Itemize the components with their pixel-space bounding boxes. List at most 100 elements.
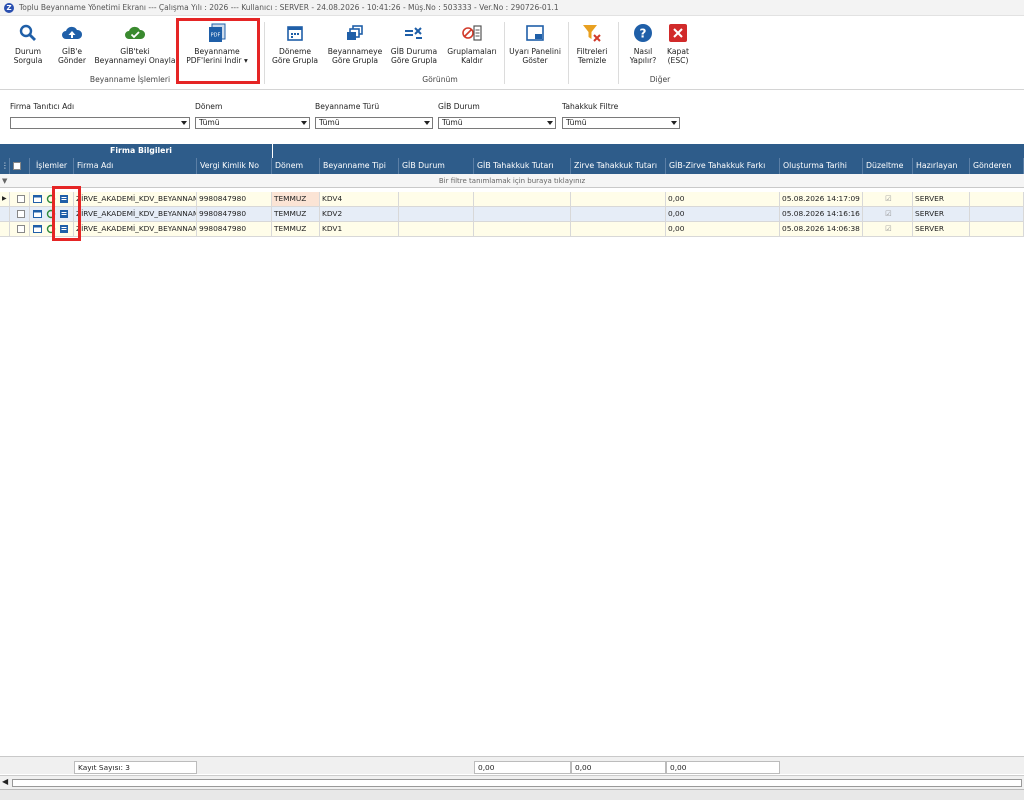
col-hazirlayan[interactable]: Hazırlayan [913,158,970,174]
column-chooser-icon[interactable]: ⋮ [0,158,10,174]
uyari-paneli-goster-button[interactable]: Uyarı Panelini Göster [508,22,562,78]
group-separator [568,22,569,84]
cloud-upload-icon [62,26,83,39]
col-tahakkuk-fark[interactable]: GİB-Zirve Tahakkuk Farkı [666,158,780,174]
row-checkbox-cell[interactable] [10,207,30,221]
filtreleri-temizle-button[interactable]: Filtreleri Temizle [572,22,612,78]
group-label-gorunum: Görünüm [422,75,458,84]
scrollbar-thumb[interactable] [12,779,1022,787]
cell-duzeltme: ☑ [863,222,913,236]
durum-sorgula-label2: Sorgula [13,56,43,65]
row-checkbox[interactable] [16,195,25,203]
edit-window-icon[interactable] [33,224,43,234]
cell-donem: TEMMUZ [272,192,320,206]
edit-window-icon[interactable] [33,194,43,204]
cell-vergi: 9980847980 [197,192,272,206]
filter-row-hint: Bir filtre tanımlamak için buraya tıklay… [438,177,586,185]
chevron-down-icon[interactable] [671,121,677,125]
cell-gonderen [970,222,1024,236]
table-row[interactable]: ZİRVE_AKADEMİ_KDV_BEYANNAME 9980847980 T… [0,222,1024,237]
gib-filter-combobox[interactable]: Tümü [438,117,556,129]
col-duzeltme[interactable]: Düzeltme [863,158,913,174]
row-checkbox-cell[interactable] [10,222,30,236]
row-checkbox-cell[interactable] [10,192,30,206]
edit-window-icon[interactable] [33,209,43,219]
kapat-button[interactable]: Kapat (ESC) [662,22,694,78]
cell-duzeltme: ☑ [863,207,913,221]
gibe-gonder-button[interactable]: GİB'e Gönder [54,22,90,78]
cell-donem: TEMMUZ [272,222,320,236]
group-label-beyanname-islemleri: Beyanname İşlemleri [89,75,171,84]
cloud-check-icon [125,26,146,39]
auto-filter-row[interactable]: ▼ Bir filtre tanımlamak için buraya tıkl… [0,174,1024,188]
chevron-down-icon[interactable] [181,121,187,125]
chevron-down-icon[interactable] [424,121,430,125]
tahakkuk-filter-value: Tümü [566,118,587,127]
gruplamalari-kaldir-button[interactable]: Gruplamaları Kaldır [444,22,500,78]
tur-filter-label: Beyanname Türü [315,102,380,111]
onayla-label2: Beyannameyi Onayla [94,56,176,65]
beyannameye-label2: Göre Grupla [332,56,378,65]
checkmark-icon: ☑ [885,209,892,218]
cell-tarih: 05.08.2026 14:06:38 [780,222,863,236]
gib-tahakkuk-total: 0,00 [474,761,571,774]
cell-gib-tahakkuk [474,207,571,221]
col-gib-durum[interactable]: GİB Durum [399,158,474,174]
tahakkuk-filter-combobox[interactable]: Tümü [562,117,680,129]
col-beyanname-tipi[interactable]: Beyanname Tipi [320,158,399,174]
col-firma-adi[interactable]: Firma Adı [74,158,197,174]
horizontal-scrollbar[interactable]: ◀ [0,775,1024,789]
gib-duruma-gore-grupla-button[interactable]: GİB Duruma Göre Grupla [388,22,440,78]
cell-tip: KDV1 [320,222,399,236]
col-gonderen[interactable]: Gönderen [970,158,1024,174]
highlight-pdf-column [52,186,81,241]
cell-gonderen [970,192,1024,206]
checkmark-icon: ☑ [885,224,892,233]
col-vergi-kimlik-no[interactable]: Vergi Kimlik No [197,158,272,174]
chevron-down-icon[interactable] [547,121,553,125]
gibe-gonder-label1: GİB'e [61,47,83,56]
tur-filter-combobox[interactable]: Tümü [315,117,433,129]
chevron-down-icon[interactable] [301,121,307,125]
row-checkbox[interactable] [16,225,25,233]
select-all-checkbox-cell[interactable] [10,158,30,174]
cell-zirve-tahakkuk [571,207,666,221]
cell-vergi: 9980847980 [197,222,272,236]
scroll-left-icon[interactable]: ◀ [2,777,8,786]
doneme-label1: Döneme [278,47,312,56]
cell-firma-adi: ZİRVE_AKADEMİ_KDV_BEYANNAME [74,207,197,221]
beyanname-grid: Firma Bilgileri ⋮ İşlemler Firma Adı Ver… [0,144,1024,756]
cell-fark: 0,00 [666,222,780,236]
col-donem[interactable]: Dönem [272,158,320,174]
cell-fark: 0,00 [666,207,780,221]
cell-gib-durum [399,192,474,206]
beyanname-onayla-button[interactable]: GİB'teki Beyannameyi Onayla [94,22,176,78]
magnifier-icon [19,24,36,41]
gruplamalari-label1: Gruplamaları [447,47,497,56]
durum-sorgula-button[interactable]: Durum Sorgula [10,22,46,78]
remove-group-icon [462,25,482,41]
filter-clear-icon [583,25,601,42]
group-label-diger: Diğer [649,75,671,84]
nasil-label2: Yapılır? [629,56,657,65]
doneme-gore-grupla-button[interactable]: Döneme Göre Grupla [270,22,320,78]
donem-filter-combobox[interactable]: Tümü [195,117,310,129]
col-islemler[interactable]: İşlemler [30,158,74,174]
table-row[interactable]: ▶ ZİRVE_AKADEMİ_KDV_BEYANNAME 9980847980… [0,192,1024,207]
cell-hazirlayan: SERVER [913,222,970,236]
taskbar-strip [0,789,1024,800]
col-gib-tahakkuk[interactable]: GİB Tahakkuk Tutarı [474,158,571,174]
beyannameye-gore-grupla-button[interactable]: Beyannameye Göre Grupla [326,22,384,78]
col-zirve-tahakkuk[interactable]: Zirve Tahakkuk Tutarı [571,158,666,174]
select-all-checkbox[interactable] [13,162,21,170]
table-row[interactable]: ZİRVE_AKADEMİ_KDV_BEYANNAME 9980847980 T… [0,207,1024,222]
firma-filter-combobox[interactable] [10,117,190,129]
col-olusturma-tarihi[interactable]: Oluşturma Tarihi [780,158,863,174]
uyari-label1: Uyarı Panelini [509,47,561,56]
calendar-icon [287,26,303,41]
gib-filter-value: Tümü [442,118,463,127]
cell-fark: 0,00 [666,192,780,206]
svg-text:?: ? [640,27,647,41]
nasil-yapilir-button[interactable]: ? Nasıl Yapılır? [626,22,660,78]
row-checkbox[interactable] [16,210,25,218]
